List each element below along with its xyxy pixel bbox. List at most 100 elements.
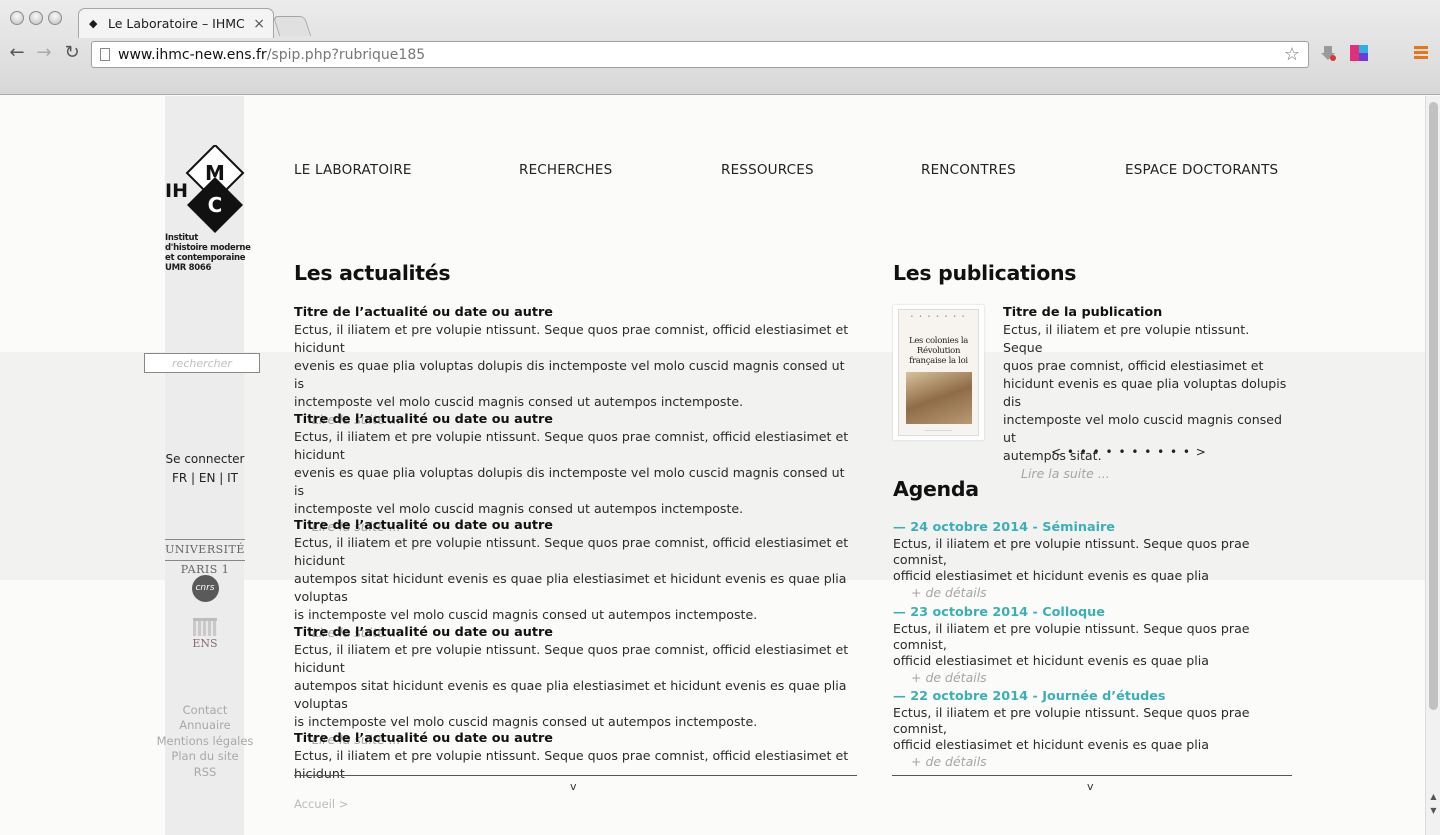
close-window-button[interactable] [10,11,24,25]
ens-logo-text: ENS [192,637,218,650]
legal-notice-link[interactable]: Mentions légales [150,734,260,749]
nav-rencontres[interactable]: RENCONTRES [921,162,1016,178]
publication-title[interactable]: Titre de la publication [1003,304,1288,321]
publication-text: quos prae comnist, officid elestiasimet … [1003,358,1264,373]
event-date[interactable]: — 23 octobre 2014 - Colloque [893,605,1293,621]
page-icon [100,48,110,61]
event-text: Ectus, il iliatem et pre volupie ntissun… [893,621,1250,652]
page-scrollbar[interactable]: ▲ ▼ [1425,96,1440,835]
download-extension-icon[interactable] [1318,43,1338,63]
cover-publisher-mark: ——————— [924,427,953,432]
event-text: officid elestiasimet et hicidunt evenis … [893,653,1209,668]
favicon-icon: ◆ [89,17,98,30]
cnrs-logo[interactable]: cnrs [165,575,245,602]
nav-ressources[interactable]: RESSOURCES [721,162,814,178]
news-text: autempos sitat hicidunt evenis es quae p… [294,571,847,604]
logo-letter-c: C [208,193,223,217]
address-bar[interactable]: www.ihmc-new.ens.fr/spip.php?rubrique185… [91,41,1309,68]
close-tab-icon[interactable]: × [253,16,265,32]
breadcrumb[interactable]: Accueil > [294,797,348,811]
news-text: autempos sitat hicidunt evenis es quae p… [294,678,847,711]
agenda-heading: Agenda [893,477,979,501]
scrollbar-thumb[interactable] [1429,102,1438,710]
news-title[interactable]: Titre de l’actualité ou date ou autre [294,411,854,428]
event-date[interactable]: — 22 octobre 2014 - Journée d’études [893,689,1293,705]
news-text: Ectus, il iliatem et pre volupie ntissun… [294,642,849,675]
event-text: officid elestiasimet et hicidunt evenis … [893,737,1209,752]
ens-logo[interactable]: ENS [165,618,245,650]
news-text: Ectus, il iliatem et pre volupie ntissun… [294,535,849,568]
cnrs-logo-text: cnrs [191,575,219,602]
login-link[interactable]: Se connecter [165,450,245,469]
logo-letter-m: M [205,161,225,185]
agenda-event: — 22 octobre 2014 - Journée d’études Ect… [893,689,1293,771]
agenda-divider [892,775,1292,776]
rss-link[interactable]: RSS [150,765,260,780]
color-extension-icon[interactable] [1349,43,1369,63]
event-text: Ectus, il iliatem et pre volupie ntissun… [893,536,1250,567]
browser-tab[interactable]: ◆ Le Laboratoire – IHMC × [78,8,274,38]
event-details-link[interactable]: + de détails [911,753,1293,771]
univ-paris1-logo[interactable]: UNIVERSITÉ PARIS 1 [165,539,245,576]
agenda-expand-chevron-icon[interactable]: v [1087,780,1094,793]
reload-icon[interactable]: ↻ [61,42,83,64]
publications-pager[interactable]: < • • • • • • • • • • > [1051,445,1207,459]
news-text: inctemposte vel molo cuscid magnis conse… [294,394,744,409]
cover-illustration [905,372,972,424]
minimize-window-button[interactable] [29,11,43,25]
directory-link[interactable]: Annuaire [150,718,260,733]
news-expand-chevron-icon[interactable]: v [570,780,577,793]
cover-title: Les colonies la Révolution française la … [908,336,969,366]
ens-building-icon [193,618,217,636]
scroll-up-arrow-icon[interactable]: ▲ [1426,792,1440,801]
browser-toolbar: ← → ↻ www.ihmc-new.ens.fr/spip.php?rubri… [0,38,1440,71]
event-date[interactable]: — 24 octobre 2014 - Séminaire [893,520,1293,536]
logo-letters-ih: IH [165,180,188,202]
sitemap-link[interactable]: Plan du site [150,749,260,764]
search-input[interactable] [144,353,260,373]
event-details-link[interactable]: + de détails [911,584,1293,602]
bookmark-star-icon[interactable]: ☆ [1284,44,1300,65]
zoom-window-button[interactable] [48,11,62,25]
agenda-event: — 24 octobre 2014 - Séminaire Ectus, il … [893,520,1293,602]
publication-text: Ectus, il iliatem et pre volupie ntissun… [1003,322,1250,355]
nav-le-laboratoire[interactable]: LE LABORATOIRE [294,162,412,178]
scroll-down-arrow-icon[interactable]: ▼ [1426,806,1440,815]
publications-heading: Les publications [893,261,1077,285]
news-title[interactable]: Titre de l’actualité ou date ou autre [294,304,854,321]
logo-caption: Institut d'histoire moderne et contempor… [165,233,251,273]
sidebar-footer-links: Contact Annuaire Mentions légales Plan d… [150,703,260,780]
publication-text: hicidunt evenis es quae plia voluptas do… [1003,376,1287,409]
news-text: Ectus, il iliatem et pre volupie ntissun… [294,322,849,355]
publication-cover[interactable]: • • • • • • • Les colonies la Révolution… [893,305,984,440]
news-title[interactable]: Titre de l’actualité ou date ou autre [294,624,854,641]
browser-menu-icon[interactable] [1414,46,1428,61]
forward-arrow-icon[interactable]: → [33,42,55,64]
nav-recherches[interactable]: RECHERCHES [519,162,612,178]
nav-espace-doctorants[interactable]: ESPACE DOCTORANTS [1125,162,1278,178]
read-more-link[interactable]: Lire la suite ... [1021,465,1288,482]
news-text: Ectus, il iliatem et pre volupie ntissun… [294,748,849,781]
news-heading: Les actualités [294,261,451,285]
news-title[interactable]: Titre de l’actualité ou date ou autre [294,730,854,747]
news-item: Titre de l’actualité ou date ou autre Ec… [294,517,854,641]
publication-text: inctemposte vel molo cuscid magnis conse… [1003,412,1283,445]
news-title[interactable]: Titre de l’actualité ou date ou autre [294,517,854,534]
url-text: www.ihmc-new.ens.fr/spip.php?rubrique185 [118,46,426,63]
event-text: Ectus, il iliatem et pre volupie ntissun… [893,705,1250,736]
news-text: is inctemposte vel molo cuscid magnis co… [294,714,758,729]
contact-link[interactable]: Contact [150,703,260,718]
logo-line: UMR 8066 [165,263,212,273]
language-switcher[interactable]: FR | EN | IT [165,469,245,488]
news-text: evenis es quae plia voluptas dolupis dis… [294,358,845,391]
browser-chrome: ◆ Le Laboratoire – IHMC × ← → ↻ www.ihmc… [0,0,1440,95]
news-text: inctemposte vel molo cuscid magnis conse… [294,501,744,516]
back-arrow-icon[interactable]: ← [6,42,28,64]
event-details-link[interactable]: + de détails [911,669,1293,687]
news-item: Titre de l’actualité ou date ou autre Ec… [294,304,854,428]
event-text: officid elestiasimet et hicidunt evenis … [893,568,1209,583]
cover-series-dots: • • • • • • • [910,314,967,320]
logo-line: d'histoire moderne [165,243,251,253]
agenda-event: — 23 octobre 2014 - Colloque Ectus, il i… [893,605,1293,687]
new-tab-button[interactable] [272,16,312,36]
